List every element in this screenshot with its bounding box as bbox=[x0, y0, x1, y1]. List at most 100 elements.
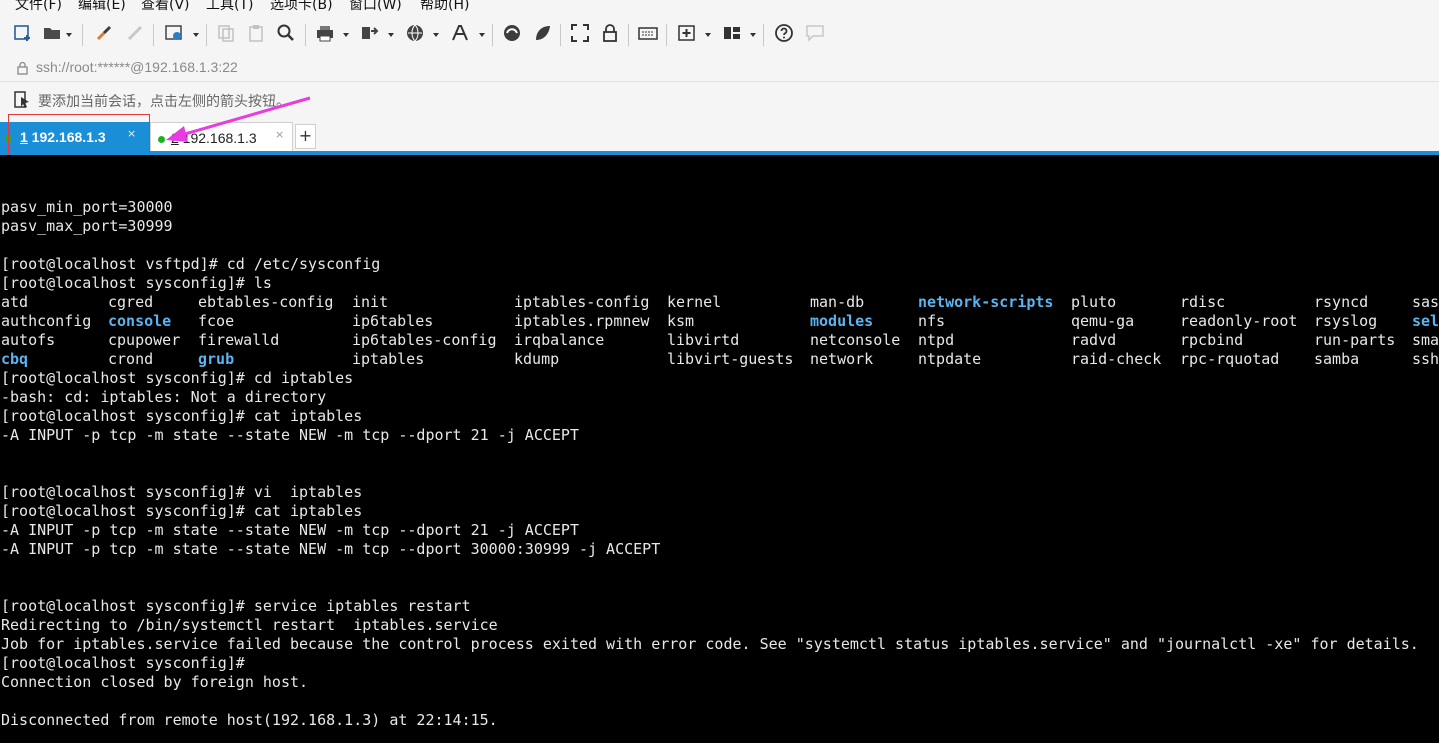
session-url[interactable]: ssh://root:******@192.168.1.3:22 bbox=[36, 59, 238, 75]
tab-strip: 1 192.168.1.3 × 2 192.168.1.3 × bbox=[0, 118, 1439, 151]
terminal-line: [root@localhost sysconfig]# bbox=[1, 654, 245, 672]
print-icon[interactable] bbox=[315, 23, 335, 43]
menu-help[interactable]: 帮助(H) bbox=[420, 0, 469, 14]
session-bar: 要添加当前会话，点击左侧的箭头按钮。 bbox=[0, 82, 1439, 118]
properties-icon[interactable] bbox=[164, 23, 184, 43]
open-folder-icon[interactable] bbox=[42, 23, 62, 43]
ls-entry: sas bbox=[1412, 293, 1439, 311]
ls-entry: cpupower bbox=[108, 331, 181, 349]
ls-entry: rdisc bbox=[1180, 293, 1226, 311]
ls-entry: pluto bbox=[1071, 293, 1117, 311]
close-tab-icon[interactable]: × bbox=[127, 127, 136, 140]
toolbar bbox=[0, 14, 1439, 55]
menu-tools[interactable]: 工具(T) bbox=[206, 0, 253, 14]
paste-icon[interactable] bbox=[246, 23, 266, 43]
ls-entry: cbq bbox=[1, 350, 29, 368]
ls-entry: nfs bbox=[918, 312, 946, 330]
new-session-icon[interactable] bbox=[13, 23, 33, 43]
tab-label: 1 192.168.1.3 bbox=[20, 129, 106, 145]
help-icon[interactable] bbox=[774, 23, 794, 43]
address-bar[interactable]: ssh://root:******@192.168.1.3:22 bbox=[0, 54, 1439, 82]
lock-icon bbox=[17, 60, 28, 79]
terminal-line: [root@localhost sysconfig]# vi iptables bbox=[1, 483, 363, 501]
compose-icon[interactable] bbox=[677, 23, 697, 43]
menu-window[interactable]: 窗口(W) bbox=[349, 0, 402, 14]
terminal-line: pasv_max_port=30999 bbox=[1, 217, 173, 235]
fullscreen-icon[interactable] bbox=[570, 23, 590, 43]
terminal-line: -A INPUT -p tcp -m state --state NEW -m … bbox=[1, 540, 661, 558]
ls-entry: ip6tables bbox=[352, 312, 434, 330]
ls-entry: modules bbox=[810, 312, 874, 330]
new-tab-button[interactable]: + bbox=[295, 124, 316, 149]
copy-icon[interactable] bbox=[216, 23, 236, 43]
ls-entry: network-scripts bbox=[918, 293, 1054, 311]
terminal-output[interactable]: pasv_min_port=30000 pasv_max_port=30999 [r… bbox=[0, 155, 1439, 743]
find-icon[interactable] bbox=[276, 23, 296, 43]
ls-entry: qemu-ga bbox=[1071, 312, 1135, 330]
disconnect-icon[interactable] bbox=[125, 23, 145, 43]
ls-entry: init bbox=[352, 293, 389, 311]
ls-entry: firewalld bbox=[198, 331, 280, 349]
terminal-line: [root@localhost sysconfig]# cat iptables bbox=[1, 407, 363, 425]
terminal-line: Job for iptables.service failed because … bbox=[1, 635, 1419, 653]
ls-entry: atd bbox=[1, 293, 29, 311]
ls-entry: rpcbind bbox=[1180, 331, 1244, 349]
ls-entry: sma bbox=[1412, 331, 1439, 349]
ls-entry: rsyslog bbox=[1314, 312, 1378, 330]
session-hint: 要添加当前会话，点击左侧的箭头按钮。 bbox=[38, 94, 290, 110]
connect-icon[interactable] bbox=[94, 23, 114, 43]
terminal-line: -A INPUT -p tcp -m state --state NEW -m … bbox=[1, 426, 579, 444]
ls-entry: ksm bbox=[667, 312, 695, 330]
transfer-icon[interactable] bbox=[360, 23, 380, 43]
ls-entry: ebtables-config bbox=[198, 293, 334, 311]
ls-entry: console bbox=[108, 312, 172, 330]
menu-view[interactable]: 查看(V) bbox=[141, 0, 190, 14]
terminal-line: Redirecting to /bin/systemctl restart ip… bbox=[1, 616, 498, 634]
ls-entry: ssh bbox=[1412, 350, 1439, 368]
menu-bar: 文件(F) 编辑(E) 查看(V) 工具(T) 选项卡(B) 窗口(W) 帮助(… bbox=[0, 0, 1439, 14]
ls-entry: iptables.rpmnew bbox=[514, 312, 650, 330]
ls-entry: ntpdate bbox=[918, 350, 982, 368]
terminal-line: Disconnected from remote host(192.168.1.… bbox=[1, 711, 498, 729]
status-dot-icon bbox=[5, 135, 12, 142]
ls-entry: crond bbox=[108, 350, 154, 368]
terminal-line: pasv_min_port=30000 bbox=[1, 198, 173, 216]
globe-icon[interactable] bbox=[405, 23, 425, 43]
ls-entry: kdump bbox=[514, 350, 560, 368]
xftp-icon[interactable] bbox=[502, 23, 522, 43]
font-icon[interactable] bbox=[450, 23, 470, 43]
ls-entry: ip6tables-config bbox=[352, 331, 497, 349]
ls-entry: network bbox=[810, 350, 874, 368]
close-tab-icon[interactable]: × bbox=[275, 128, 284, 141]
ls-entry: ntpd bbox=[918, 331, 955, 349]
chat-icon[interactable] bbox=[805, 23, 825, 43]
ls-entry: iptables-config bbox=[514, 293, 650, 311]
keyboard-icon[interactable] bbox=[638, 23, 658, 43]
menu-file[interactable]: 文件(F) bbox=[15, 0, 62, 14]
terminal-line: [root@localhost sysconfig]# service ipta… bbox=[1, 597, 471, 615]
layout-icon[interactable] bbox=[722, 23, 742, 43]
terminal-line: -bash: cd: iptables: Not a directory bbox=[1, 388, 327, 406]
ls-entry: cgred bbox=[108, 293, 154, 311]
terminal-line: [root@localhost sysconfig]# ls bbox=[1, 274, 272, 292]
lock-icon[interactable] bbox=[600, 23, 620, 43]
ls-entry: sel bbox=[1412, 312, 1439, 330]
ls-entry: run-parts bbox=[1314, 331, 1396, 349]
ls-entry: autofs bbox=[1, 331, 56, 349]
menu-edit[interactable]: 编辑(E) bbox=[78, 0, 126, 14]
terminal-line: [root@localhost sysconfig]# cat iptables bbox=[1, 502, 363, 520]
status-dot-icon bbox=[158, 136, 165, 143]
menu-tabs[interactable]: 选项卡(B) bbox=[270, 0, 333, 14]
ls-entry: kernel bbox=[667, 293, 722, 311]
ls-entry: libvirtd bbox=[667, 331, 740, 349]
ls-entry: fcoe bbox=[198, 312, 235, 330]
ls-entry: netconsole bbox=[810, 331, 901, 349]
ls-entry: samba bbox=[1314, 350, 1360, 368]
tab-label: 2 192.168.1.3 bbox=[171, 130, 257, 146]
tab-session-1[interactable]: 1 192.168.1.3 × bbox=[0, 122, 149, 151]
ls-entry: rsyncd bbox=[1314, 293, 1369, 311]
tab-session-2[interactable]: 2 192.168.1.3 × bbox=[150, 122, 293, 151]
add-session-arrow-icon[interactable] bbox=[14, 91, 32, 113]
ls-entry: man-db bbox=[810, 293, 865, 311]
xshell-icon[interactable] bbox=[533, 23, 553, 43]
